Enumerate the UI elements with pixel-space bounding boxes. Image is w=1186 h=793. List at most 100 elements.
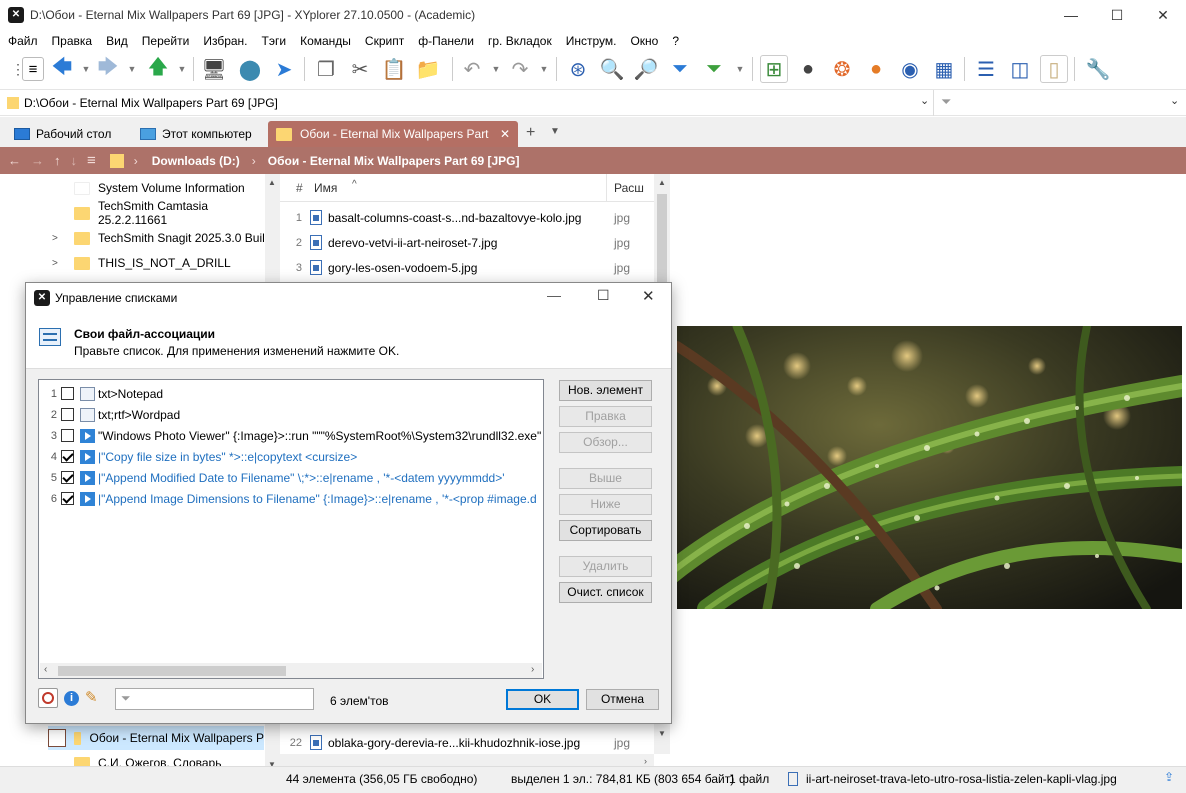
menu-tools[interactable]: Инструм. xyxy=(566,34,617,48)
dark-mode-icon[interactable]: ● xyxy=(794,55,822,83)
catalog-icon[interactable]: ◉ xyxy=(896,55,924,83)
menu-favorites[interactable]: Избран. xyxy=(203,34,247,48)
new-tab-icon[interactable]: + xyxy=(526,124,535,142)
scroll-left-icon[interactable]: ‹ xyxy=(44,664,47,675)
menu-commands[interactable]: Команды xyxy=(300,34,351,48)
list-hscrollbar[interactable]: ‹ › xyxy=(40,663,542,678)
ball-icon[interactable]: ● xyxy=(862,55,890,83)
item-checkbox[interactable] xyxy=(61,471,74,484)
new-folder-icon[interactable]: 📁 xyxy=(414,55,442,83)
clear-list-button[interactable]: Очист. список xyxy=(559,582,652,603)
item-checkbox[interactable] xyxy=(61,429,74,442)
filter-input[interactable]: ⏷ xyxy=(115,688,314,710)
down-icon[interactable]: ↓ xyxy=(71,153,78,168)
breadcrumb-drive[interactable]: Downloads (D:) xyxy=(152,154,240,168)
dialog-maximize-button[interactable]: ☐ xyxy=(597,287,610,304)
tree-item[interactable]: TechSmith Camtasia 25.2.2.11661 xyxy=(74,199,280,227)
filter-icon[interactable]: ⏷ xyxy=(666,55,694,83)
upload-icon[interactable]: ⇪ xyxy=(1164,770,1174,784)
col-name[interactable]: Имя xyxy=(314,181,337,195)
scroll-thumb[interactable] xyxy=(58,666,286,676)
filter-dropdown-icon[interactable]: ▼ xyxy=(734,55,746,83)
info-icon[interactable]: i xyxy=(64,691,79,706)
menu-file[interactable]: Файл xyxy=(8,34,38,48)
menu-view[interactable]: Вид xyxy=(106,34,128,48)
list-item[interactable]: 6 |"Append Image Dimensions to Filename"… xyxy=(39,488,543,509)
tab-desktop[interactable]: Рабочий стол xyxy=(6,121,119,147)
list-item[interactable]: 5 |"Append Modified Date to Filename" \;… xyxy=(39,467,543,488)
menu-help[interactable]: ? xyxy=(672,34,679,48)
menu-panels[interactable]: ф-Панели xyxy=(418,34,474,48)
find-files-icon[interactable]: 🔍 xyxy=(598,55,626,83)
item-checkbox[interactable] xyxy=(61,492,74,505)
tab-close-icon[interactable]: ✕ xyxy=(500,127,510,141)
redo-dropdown-icon[interactable]: ▼ xyxy=(538,55,550,83)
chevron-right-icon[interactable]: > xyxy=(52,258,74,269)
cursor-icon[interactable]: ➤ xyxy=(270,55,298,83)
up-icon[interactable]: 🡅 xyxy=(144,55,172,83)
tab-wallpapers[interactable]: Обои - Eternal Mix Wallpapers Part ✕ xyxy=(268,121,518,147)
paste-icon[interactable]: 📋 xyxy=(380,55,408,83)
menu-script[interactable]: Скрипт xyxy=(365,34,404,48)
item-checkbox[interactable] xyxy=(61,408,74,421)
menu-edit[interactable]: Правка xyxy=(52,34,93,48)
address-input[interactable]: D:\Обои - Eternal Mix Wallpapers Part 69… xyxy=(24,96,278,110)
col-num[interactable]: # xyxy=(296,181,303,195)
table-view-icon[interactable]: ▦ xyxy=(930,55,958,83)
goto-icon[interactable] xyxy=(38,688,58,708)
main-menu-icon[interactable]: ≡ xyxy=(22,57,44,81)
menu-window[interactable]: Окно xyxy=(630,34,658,48)
move-up-button[interactable]: Выше xyxy=(559,468,652,489)
scroll-right-icon[interactable]: › xyxy=(531,664,534,675)
back-icon[interactable]: ← xyxy=(8,153,21,168)
list-item[interactable]: 4 |"Copy file size in bytes" *>::e|copyt… xyxy=(39,446,543,467)
tree-item[interactable]: System Volume Information xyxy=(74,176,245,200)
copy-icon[interactable]: ❐ xyxy=(312,55,340,83)
dialog-minimize-button[interactable]: — xyxy=(547,287,561,303)
close-button[interactable]: ✕ xyxy=(1140,0,1186,31)
visual-filter-icon[interactable]: ⏷ xyxy=(700,55,728,83)
minimize-button[interactable]: — xyxy=(1048,0,1094,31)
goto-icon[interactable]: ⊛ xyxy=(564,55,592,83)
maximize-button[interactable]: ☐ xyxy=(1094,0,1140,31)
undo-dropdown-icon[interactable]: ▼ xyxy=(490,55,502,83)
menu-tabsets[interactable]: гр. Вкладок xyxy=(488,34,552,48)
pencil-icon[interactable]: ✎ xyxy=(85,688,98,706)
menu-go[interactable]: Перейти xyxy=(142,34,190,48)
tree-item[interactable]: > THIS_IS_NOT_A_DRILL xyxy=(52,251,231,275)
dual-pane-horizontal-icon[interactable]: ☰ xyxy=(972,55,1000,83)
address-dropdown-icon[interactable]: ⌄ xyxy=(920,94,929,107)
new-item-button[interactable]: Нов. элемент xyxy=(559,380,652,401)
browse-button[interactable]: Обзор... xyxy=(559,432,652,453)
forward-icon[interactable]: 🡆 xyxy=(94,55,122,83)
edit-button[interactable]: Правка xyxy=(559,406,652,427)
back-icon[interactable]: 🡄 xyxy=(48,55,76,83)
tree-item-selected[interactable]: Обои - Eternal Mix Wallpapers P xyxy=(48,726,264,750)
tab-this-pc[interactable]: Этот компьютер xyxy=(132,121,260,147)
tab-list-icon[interactable]: ▼ xyxy=(550,126,560,137)
file-row[interactable]: 1 basalt-columns-coast-s...nd-bazaltovye… xyxy=(280,205,670,230)
breadcrumb-folder[interactable]: Обои - Eternal Mix Wallpapers Part 69 [J… xyxy=(268,154,520,168)
ok-button[interactable]: OK xyxy=(506,689,579,710)
item-checkbox[interactable] xyxy=(61,450,74,463)
tree-icon[interactable]: ⊞ xyxy=(760,55,788,83)
delete-button[interactable]: Удалить xyxy=(559,556,652,577)
dual-pane-vertical-icon[interactable]: ◫ xyxy=(1006,55,1034,83)
forward-dropdown-icon[interactable]: ▼ xyxy=(126,55,138,83)
computer-icon[interactable]: 🖥 xyxy=(200,55,228,83)
dialog-close-button[interactable]: ✕ xyxy=(642,287,655,305)
tree-item[interactable]: > TechSmith Snagit 2025.3.0 Build xyxy=(52,226,271,250)
menu-tags[interactable]: Тэги xyxy=(262,34,287,48)
list-item[interactable]: 1 txt>Notepad xyxy=(39,383,543,404)
move-down-button[interactable]: Ниже xyxy=(559,494,652,515)
list-item[interactable]: 3 "Windows Photo Viewer" {:Image}>::run … xyxy=(39,425,543,446)
configuration-icon[interactable]: 🔧 xyxy=(1084,55,1112,83)
location-pin-icon[interactable]: ⬤ xyxy=(236,55,264,83)
item-checkbox[interactable] xyxy=(61,387,74,400)
color-filter-icon[interactable]: ❂ xyxy=(828,55,856,83)
back-dropdown-icon[interactable]: ▼ xyxy=(80,55,92,83)
file-row[interactable]: 22 oblaka-gory-derevia-re...kii-khudozhn… xyxy=(280,730,670,755)
preview-pane-icon[interactable]: ▯ xyxy=(1040,55,1068,83)
filter-dropdown-icon[interactable]: ⌄ xyxy=(1170,94,1179,107)
redo-icon[interactable]: ↷ xyxy=(506,55,534,83)
